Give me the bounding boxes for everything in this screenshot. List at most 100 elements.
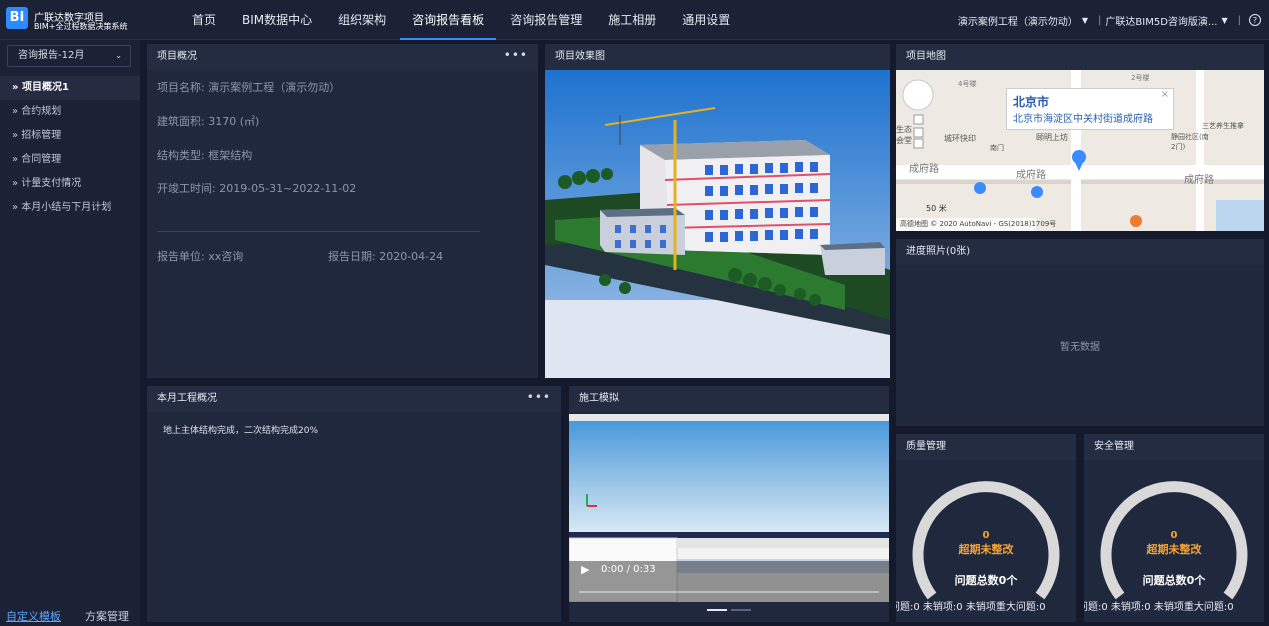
close-icon[interactable]: × (1161, 89, 1169, 100)
carousel-dots[interactable] (707, 609, 753, 611)
map-label: 2号楼 (1131, 74, 1150, 82)
report-select-value: 咨询报告-12月 (18, 50, 85, 61)
caret-down-icon[interactable]: ▼ (1221, 16, 1227, 25)
top-bar: BI 广联达数字项目 BIM+全过程数据决策系统 首页 BIM数据中心 组织架构… (0, 0, 1269, 40)
map-popup: 北京市 北京市海淀区中关村街道成府路 × (1006, 88, 1174, 130)
panel-title: 项目概况 (157, 51, 197, 62)
panel-header: 项目地图 (896, 44, 1264, 70)
panel-title: 项目地图 (906, 51, 946, 62)
panel-header: 本月工程概况 ••• (147, 386, 561, 412)
nav-album[interactable]: 施工相册 (596, 0, 668, 40)
total-issues: 问题总数0个 (1142, 574, 1206, 587)
overdue-count: 0 (1170, 530, 1178, 541)
quality-gauge: 0 超期未整改 问题总数0个 问题:0 未销项:0 未销项重大问题:0 (896, 460, 1076, 622)
quality-panel: 质量管理 0 超期未整改 问题总数0个 问题:0 未销项:0 未销项重大问题:0 (896, 434, 1076, 622)
sidebar-item-contract[interactable]: » 合同管理 (0, 148, 140, 172)
overdue-label: 超期未整改 (1146, 543, 1202, 556)
more-icon[interactable]: ••• (504, 42, 528, 68)
building-area: 建筑面积: 3170 (㎡) (157, 115, 260, 128)
photos-panel: 进度照片(0张) 暂无数据 (896, 239, 1264, 426)
overview-panel: 项目概况 ••• 项目名称: 演示案例工程（演示勿动） 建筑面积: 3170 (… (147, 44, 538, 378)
nav-home[interactable]: 首页 (180, 0, 228, 40)
map-label: 南门 (990, 144, 1004, 152)
map-label: 静园社区(南2门) (1171, 133, 1209, 151)
carousel-dot[interactable] (707, 609, 727, 611)
empty-state: 暂无数据 (1060, 342, 1100, 353)
video-player[interactable]: ▶ 0:00 / 0:33 (569, 414, 889, 602)
nav-org[interactable]: 组织架构 (326, 0, 398, 40)
panel-title: 安全管理 (1094, 441, 1134, 452)
safety-panel: 安全管理 0 超期未整改 问题总数0个 问题:0 未销项:0 未销项重大问题:0 (1084, 434, 1264, 622)
monthly-panel: 本月工程概况 ••• 地上主体结构完成，二次结构完成20% (147, 386, 561, 622)
map-label: 颐明上坊 (1036, 133, 1068, 142)
popup-city: 北京市 (1013, 95, 1050, 109)
panel-title: 项目效果图 (555, 51, 605, 62)
panel-title: 施工模拟 (579, 393, 619, 404)
sidebar-item-summary[interactable]: » 本月小结与下月计划 (0, 196, 140, 220)
sidebar: 咨询报告-12月 ⌄ » 项目概况1 » 合约规划 » 招标管理 » 合同管理 … (0, 40, 140, 626)
monthly-text: 地上主体结构完成，二次结构完成20% (163, 426, 319, 436)
nav-settings[interactable]: 通用设置 (670, 0, 742, 40)
divider (157, 231, 480, 232)
plan-manage-link[interactable]: 方案管理 (85, 608, 129, 624)
play-icon[interactable]: ▶ (581, 563, 589, 576)
safety-gauge: 0 超期未整改 问题总数0个 问题:0 未销项:0 未销项重大问题:0 (1084, 460, 1264, 622)
map-scale: 50 米 (926, 204, 947, 213)
nav-report-board[interactable]: 咨询报告看板 (400, 0, 497, 40)
total-issues: 问题总数0个 (954, 574, 1018, 587)
project-dates: 开竣工时间: 2019-05-31~2022-11-02 (157, 182, 357, 195)
panel-title: 进度照片(0张) (906, 246, 971, 257)
panel-header: 质量管理 (896, 434, 1076, 460)
map-copyright: 高德地图 © 2020 AutoNavi - GS(2018)1709号 (900, 220, 1057, 228)
sidebar-item-payment[interactable]: » 计量支付情况 (0, 172, 140, 196)
project-name: 项目名称: 演示案例工程（演示勿动） (157, 81, 341, 94)
project-select[interactable]: 演示案例工程（演示勿动） (958, 13, 1078, 28)
panel-header: 项目概况 ••• (147, 44, 538, 70)
main-nav: 首页 BIM数据中心 组织架构 咨询报告看板 咨询报告管理 施工相册 通用设置 (180, 0, 744, 40)
sidebar-list: » 项目概况1 » 合约规划 » 招标管理 » 合同管理 » 计量支付情况 » … (0, 76, 140, 220)
panel-header: 安全管理 (1084, 434, 1264, 460)
panel-title: 本月工程概况 (157, 393, 217, 404)
header-right: 演示案例工程（演示勿动） ▼ | 广联达BIM5D咨询版演... ▼ | ? (958, 0, 1261, 40)
map-panel: 项目地图 北京市 北京市海淀区中关村街道成府路 × 成府路 成府路 成府路 城环… (896, 44, 1264, 231)
app-subtitle: BIM+全过程数据决策系统 (34, 22, 128, 31)
overdue-count: 0 (982, 530, 990, 541)
panel-header: 进度照片(0张) (896, 239, 1264, 265)
carousel-dot[interactable] (731, 609, 751, 611)
chevron-down-icon: ⌄ (115, 51, 122, 60)
popup-address: 北京市海淀区中关村街道成府路 (1013, 114, 1153, 125)
map-label: 三艺养生推拿 (1202, 122, 1244, 130)
issue-stats: 问题:0 未销项:0 未销项重大问题:0 (1084, 602, 1234, 613)
custom-template-link[interactable]: 自定义模板 (6, 608, 61, 624)
panel-title: 质量管理 (906, 441, 946, 452)
map-label: 成府路 (1184, 175, 1214, 186)
sidebar-item-contract-plan[interactable]: » 合约规划 (0, 100, 140, 124)
building-rendering (545, 70, 890, 378)
nav-report-manage[interactable]: 咨询报告管理 (498, 0, 594, 40)
nav-bim-data[interactable]: BIM数据中心 (230, 0, 324, 40)
report-unit: 报告单位: xx咨询 (157, 250, 244, 263)
caret-down-icon[interactable]: ▼ (1082, 16, 1088, 25)
panel-header: 项目效果图 (545, 44, 890, 70)
report-select[interactable]: 咨询报告-12月 ⌄ (7, 45, 131, 67)
map-label: 4号楼 (958, 80, 977, 88)
sidebar-item-overview[interactable]: » 项目概况1 (0, 76, 140, 100)
map-label: 成府路 (909, 164, 939, 175)
logo-icon: BI (6, 7, 28, 29)
divider: | (1098, 14, 1102, 26)
map-label: 生态 会堂 (896, 125, 912, 145)
org-select[interactable]: 广联达BIM5D咨询版演... (1105, 13, 1217, 28)
issue-stats: 问题:0 未销项:0 未销项重大问题:0 (896, 602, 1046, 613)
more-icon[interactable]: ••• (527, 384, 551, 410)
divider: | (1237, 14, 1241, 26)
sidebar-item-bidding[interactable]: » 招标管理 (0, 124, 140, 148)
map-label: 城环快印 (944, 134, 976, 143)
map-view[interactable]: 北京市 北京市海淀区中关村街道成府路 × 成府路 成府路 成府路 城环快印 颐明… (896, 70, 1264, 231)
panel-header: 施工模拟 (569, 386, 889, 412)
sidebar-footer: 自定义模板 方案管理 (6, 608, 129, 624)
help-icon[interactable]: ? (1249, 14, 1261, 26)
map-label: 成府路 (1016, 170, 1046, 181)
video-time: 0:00 / 0:33 (601, 564, 656, 575)
simulation-panel: 施工模拟 ▶ 0:00 / 0:33 (569, 386, 889, 622)
overdue-label: 超期未整改 (958, 543, 1014, 556)
